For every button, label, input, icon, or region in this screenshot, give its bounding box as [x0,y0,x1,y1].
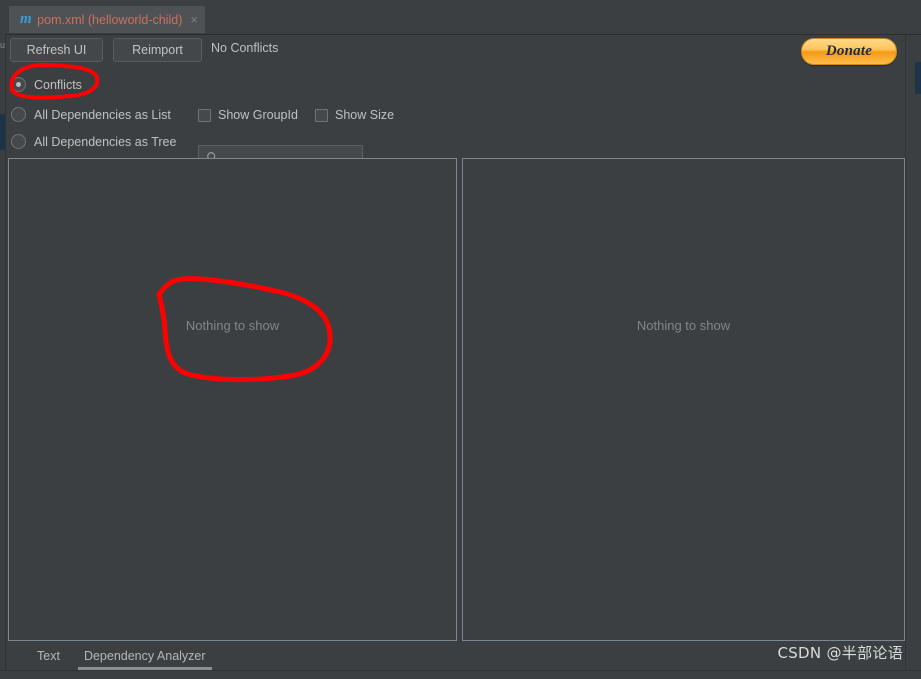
radio-tree-label: All Dependencies as Tree [34,134,177,149]
csdn-watermark: CSDN @半部论语 [777,644,903,662]
right-selection-strip [915,62,921,94]
analyzer-panels: Nothing to show Nothing to show [8,158,905,641]
tab-text[interactable]: Text [31,645,66,670]
dependency-list-panel[interactable]: Nothing to show [8,158,457,641]
editor-tab-bar: m pom.xml (helloworld-child) × [5,0,921,35]
checkbox-show-size[interactable]: Show Size [315,108,394,122]
checkbox-show-groupid[interactable]: Show GroupId [198,108,298,122]
radio-tree-indicator[interactable] [11,134,26,149]
reimport-button[interactable]: Reimport [113,38,202,62]
radio-option-all-dependencies-as-list[interactable]: All Dependencies as List [11,107,171,122]
donate-button-label: Donate [825,43,873,59]
radio-list-indicator[interactable] [11,107,26,122]
checkbox-size-indicator[interactable] [315,108,328,122]
conflicts-status-label: No Conflicts [211,41,279,55]
left-panel-empty-message: Nothing to show [185,318,280,333]
radio-option-all-dependencies-as-tree[interactable]: All Dependencies as Tree [11,134,176,149]
donate-button[interactable]: Donate [801,38,897,65]
maven-dependency-analyzer-window: u m pom.xml (helloworld-child) × Refresh… [0,0,921,679]
close-icon[interactable]: × [190,13,198,26]
analyzer-options: Conflicts All Dependencies as List All D… [5,72,905,170]
maven-m-icon: m [20,11,32,27]
dependency-detail-panel[interactable]: Nothing to show [462,158,905,641]
checkbox-size-label: Show Size [335,108,395,122]
checkbox-groupid-indicator[interactable] [198,108,211,122]
right-panel-empty-message: Nothing to show [636,318,731,333]
status-bar [0,670,921,679]
editor-bottom-tabs: Text Dependency Analyzer [5,643,905,671]
radio-list-label: All Dependencies as List [34,107,171,122]
radio-conflicts-indicator[interactable] [11,77,26,92]
tab-dependency-analyzer[interactable]: Dependency Analyzer [77,645,212,670]
refresh-ui-button[interactable]: Refresh UI [10,38,103,62]
right-edge-divider [905,0,906,679]
radio-option-conflicts[interactable]: Conflicts [11,77,82,92]
file-tab-pom-xml[interactable]: m pom.xml (helloworld-child) × [9,6,205,33]
radio-conflicts-label: Conflicts [34,77,82,92]
analyzer-toolbar: Refresh UI Reimport No Conflicts Donate [5,38,905,65]
file-tab-label: pom.xml (helloworld-child) [37,12,183,27]
checkbox-groupid-label: Show GroupId [218,108,298,122]
